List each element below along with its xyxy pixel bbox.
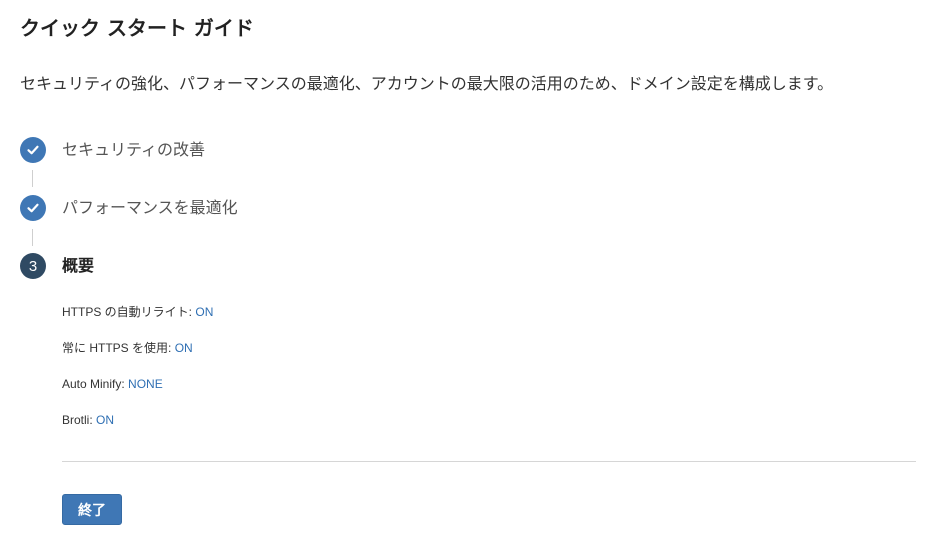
page-title: クイック スタート ガイド (20, 16, 254, 40)
summary-value: ON (174, 341, 193, 355)
summary-value: ON (96, 413, 115, 427)
summary-label: HTTPS の自動リライト: (62, 305, 193, 319)
summary-always-https: 常に HTTPS を使用: ON (62, 340, 193, 356)
step-label: パフォーマンスを最適化 (62, 198, 238, 217)
step-label: 概要 (62, 256, 95, 275)
step-security: セキュリティの改善 (20, 137, 205, 163)
check-icon (20, 137, 46, 163)
step-performance: パフォーマンスを最適化 (20, 195, 238, 221)
step-connector (32, 170, 33, 187)
summary-label: Brotli: (62, 413, 93, 427)
summary-value: ON (195, 305, 214, 319)
step-number-badge: 3 (20, 253, 46, 279)
step-connector (32, 229, 33, 246)
step-summary: 3 概要 (20, 253, 94, 279)
intro-description: セキュリティの強化、パフォーマンスの最適化、アカウントの最大限の活用のため、ドメ… (20, 74, 834, 93)
summary-brotli: Brotli: ON (62, 412, 114, 428)
summary-label: Auto Minify: (62, 377, 125, 391)
step-label: セキュリティの改善 (62, 140, 206, 159)
divider (62, 461, 916, 462)
summary-auto-minify: Auto Minify: NONE (62, 376, 163, 392)
summary-label: 常に HTTPS を使用: (62, 341, 172, 355)
finish-button[interactable]: 終了 (62, 494, 122, 525)
check-icon (20, 195, 46, 221)
summary-value: NONE (128, 377, 163, 391)
summary-https-rewrite: HTTPS の自動リライト: ON (62, 304, 213, 320)
